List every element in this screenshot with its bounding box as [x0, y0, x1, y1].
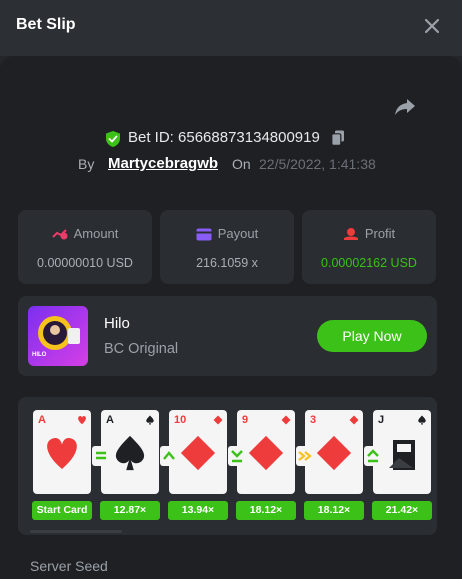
payout-stat: Payout 216.1059 x [160, 210, 294, 284]
multiplier-badge: 21.42× [372, 501, 432, 520]
username-link[interactable]: Martycebragwb [108, 155, 218, 172]
profit-icon [343, 228, 358, 240]
higher-or-equal-icon [367, 449, 379, 463]
diamond-suit-icon [180, 435, 216, 471]
spade-suit-icon [389, 440, 415, 470]
play-now-button[interactable]: Play Now [317, 320, 427, 352]
spade-suit-icon [115, 435, 145, 471]
payout-label: Payout [217, 226, 259, 241]
spade-suit-icon [418, 415, 426, 425]
bet-slip-header: Bet Slip [0, 0, 462, 56]
diamond-suit-icon [213, 415, 223, 425]
hilo-game-thumbnail: HILO [28, 306, 88, 366]
amount-value: 0.00000010 USD [37, 256, 133, 270]
close-icon[interactable] [421, 15, 443, 37]
bet-slip-title: Bet Slip [16, 16, 76, 33]
share-icon[interactable] [393, 95, 417, 119]
copy-icon[interactable] [331, 130, 345, 146]
multiplier-badge: 13.94× [168, 501, 228, 520]
diamond-suit-icon [281, 415, 291, 425]
payout-value: 216.1059 x [196, 256, 258, 270]
profit-label: Profit [364, 226, 396, 241]
playing-card: A [33, 410, 91, 494]
amount-icon [51, 229, 68, 240]
cards-scrollbar[interactable] [30, 530, 122, 533]
server-seed-label: Server Seed [30, 558, 108, 574]
on-label: On [232, 156, 251, 172]
multiplier-badge: 18.12× [236, 501, 296, 520]
card-rank: 3 [310, 414, 317, 426]
game-provider: BC Original [104, 341, 179, 357]
amount-label: Amount [73, 226, 119, 241]
payout-card-icon [196, 228, 212, 241]
diamond-suit-icon [316, 435, 352, 471]
amount-stat: Amount 0.00000010 USD [18, 210, 152, 284]
higher-icon [163, 451, 175, 460]
bet-id: Bet ID: 65668873134800919 [128, 129, 320, 146]
guess-higher-icon [160, 446, 178, 466]
card-rank: 10 [174, 414, 187, 426]
card-rank: A [38, 414, 46, 426]
equal-icon [96, 451, 106, 460]
guess-equal-icon [92, 446, 110, 466]
card-rank: J [378, 414, 385, 426]
card-rank: A [106, 414, 114, 426]
profit-value: 0.00002162 USD [321, 256, 417, 270]
heart-suit-icon [47, 437, 77, 469]
multiplier-badge: 12.87× [100, 501, 160, 520]
heart-suit-icon [78, 416, 86, 425]
spade-suit-icon [146, 415, 154, 425]
verified-shield-icon [106, 131, 120, 147]
diamond-suit-icon [349, 415, 359, 425]
hilo-cards-strip[interactable]: A Start Card A 12.87× 10 13.94× 9 18.12× 3 18.12×… [18, 397, 437, 535]
multiplier-badge: 18.12× [304, 501, 364, 520]
start-card-badge: Start Card [32, 501, 92, 520]
guess-skip-icon [296, 446, 314, 466]
lower-or-equal-icon [231, 450, 243, 463]
hilo-thumb-caption: HILO [32, 352, 47, 358]
skip-icon [298, 451, 312, 461]
by-label: By [78, 156, 95, 172]
profit-stat: Profit 0.00002162 USD [302, 210, 436, 284]
game-name: Hilo [104, 315, 130, 332]
bet-date: 22/5/2022, 1:41:38 [259, 156, 376, 172]
game-card: HILO Hilo BC Original Play Now [18, 296, 437, 376]
guess-lower-or-equal-icon [228, 446, 246, 466]
card-rank: 9 [242, 414, 249, 426]
diamond-suit-icon [248, 435, 284, 471]
guess-higher-or-equal-icon [364, 446, 382, 466]
